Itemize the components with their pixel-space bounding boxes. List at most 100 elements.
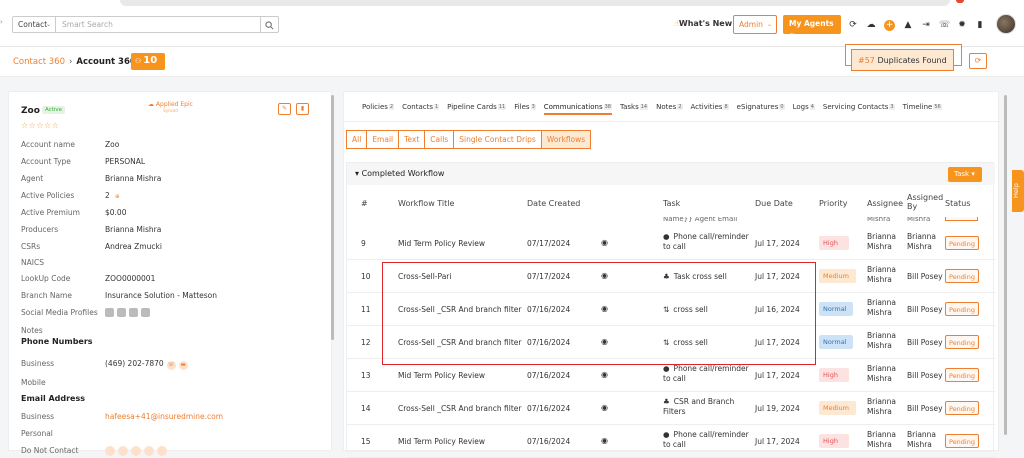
collapse-arrow-icon[interactable]: › xyxy=(0,18,3,26)
settings-icon[interactable]: ✹ xyxy=(957,20,967,30)
message-icon[interactable]: ▬ xyxy=(178,361,188,370)
table-row[interactable]: 14 Cross-Sell _CSR And branch filter 07/16… xyxy=(347,392,995,425)
my-agents-button[interactable]: My Agents ⌄ xyxy=(783,15,841,37)
workflow-title-cell[interactable]: Cross-Sell _CSR And branch filter xyxy=(398,305,521,314)
dnc-mail-icon[interactable] xyxy=(157,446,167,456)
refresh-icon: ⟳ xyxy=(974,56,982,65)
right-scrollbar[interactable] xyxy=(1004,95,1007,435)
view-eye-icon[interactable]: ◉ xyxy=(601,370,608,379)
status-badge[interactable]: Pending xyxy=(945,368,979,382)
communication-filter-tabs: All Email Text Calls Single Contact Drips Wor… xyxy=(346,130,592,149)
view-eye-icon[interactable]: ◉ xyxy=(601,304,608,313)
workflow-title-cell[interactable]: Mid Term Policy Review xyxy=(398,239,485,248)
tab-servicing-contacts[interactable]: Servicing Contacts 3 xyxy=(819,94,899,120)
tab-activities[interactable]: Activities 8 xyxy=(687,94,733,120)
workflow-title-cell[interactable]: Cross-Sell _CSR And branch filter xyxy=(398,404,521,413)
sync-icon[interactable]: ⟳ xyxy=(848,20,858,30)
status-badge[interactable]: Pending xyxy=(945,335,979,349)
tab-files[interactable]: Files 3 xyxy=(510,94,540,120)
dnc-phone-icon[interactable] xyxy=(105,446,115,456)
view-eye-icon[interactable]: ◉ xyxy=(601,271,608,280)
search-scope-select[interactable]: Contact ⌄ xyxy=(12,16,56,33)
status-badge[interactable]: Pending xyxy=(945,236,979,250)
duplicates-found-button[interactable]: #57 Duplicates Found xyxy=(851,49,954,71)
tab-contacts[interactable]: Contacts 1 xyxy=(398,94,443,120)
search-button[interactable] xyxy=(261,16,279,33)
col-header-priority: Priority xyxy=(819,199,848,208)
filter-tab-text[interactable]: Text xyxy=(398,130,426,149)
rating-stars[interactable]: ☆☆☆☆☆ xyxy=(21,121,59,130)
workflow-header[interactable]: ▾ Completed Workflow Task ▾ xyxy=(347,163,995,185)
tab-esignatures[interactable]: eSignatures 0 xyxy=(733,94,789,120)
dnc-message-icon[interactable] xyxy=(118,446,128,456)
table-row[interactable]: 12 Cross-Sell _CSR And branch filter 07/16… xyxy=(347,326,995,359)
bell-icon[interactable]: ▲ xyxy=(903,20,913,30)
assignee-cell: Brianna Mishra xyxy=(867,364,897,383)
trash-icon[interactable]: ▮ xyxy=(975,20,985,30)
workflow-title-cell[interactable]: Mid Term Policy Review xyxy=(398,437,485,446)
tab-communications[interactable]: Communications 38 xyxy=(540,94,616,120)
tab-timeline[interactable]: Timeline 56 xyxy=(899,94,946,120)
tab-logs[interactable]: Logs 4 xyxy=(789,94,819,120)
table-row[interactable]: 15 Mid Term Policy Review 07/16/2024 ◉ ● Phon… xyxy=(347,425,995,458)
cloud-icon[interactable]: ☁ xyxy=(866,20,876,30)
filter-tab-calls[interactable]: Calls xyxy=(424,130,455,149)
filter-tab-single-contact-drips[interactable]: Single Contact Drips xyxy=(453,130,542,149)
breadcrumb-contact360[interactable]: Contact 360 xyxy=(13,57,65,67)
whats-new-link[interactable]: ☝What's New xyxy=(674,19,732,28)
assigned-by-cell: Brianna Mishra xyxy=(907,430,937,449)
filter-tab-all[interactable]: All xyxy=(346,130,368,149)
logout-icon[interactable]: ⇥ xyxy=(921,20,931,30)
dnc-text-icon[interactable] xyxy=(131,446,141,456)
workflow-title-cell[interactable]: Mid Term Policy Review xyxy=(398,371,485,380)
tab-label: Pipeline Cards xyxy=(447,102,497,111)
linkedin-icon[interactable] xyxy=(105,308,114,317)
dnc-email-icon[interactable] xyxy=(144,446,154,456)
status-badge[interactable]: Pending xyxy=(945,401,979,415)
phone-icon[interactable]: ☏ xyxy=(939,20,950,30)
email-business-label: Business xyxy=(21,412,55,421)
accounts-count-badge[interactable]: ⚇ 10 xyxy=(131,53,165,70)
table-row[interactable]: 13 Mid Term Policy Review 07/16/2024 ◉ ● Phon… xyxy=(347,359,995,392)
phone-number[interactable]: (469) 202-7870 xyxy=(105,359,164,368)
left-scrollbar[interactable] xyxy=(331,95,334,340)
smart-search-input[interactable]: Smart Search xyxy=(56,16,261,33)
edit-button[interactable]: ✎ xyxy=(278,103,291,115)
delete-button[interactable]: ▮ xyxy=(296,103,309,115)
field-value-text: Brianna Mishra xyxy=(105,174,162,183)
policies-icon[interactable]: ⊕ xyxy=(113,193,122,202)
table-row[interactable]: 11 Cross-Sell _CSR And branch filter 07/16… xyxy=(347,293,995,326)
tab-notes[interactable]: Notes 2 xyxy=(652,94,686,120)
globe-icon[interactable] xyxy=(141,308,150,317)
status-badge[interactable]: Pending xyxy=(945,434,979,448)
call-icon[interactable]: ☏ xyxy=(166,361,176,370)
view-eye-icon[interactable]: ◉ xyxy=(601,238,608,247)
table-row[interactable]: 10 Cross-Sell-Pari 07/17/2024 ◉ ♣ Task cross … xyxy=(347,260,995,293)
status-badge[interactable]: Pending xyxy=(945,302,979,316)
user-avatar[interactable] xyxy=(996,14,1016,34)
workflow-title-cell[interactable]: Cross-Sell _CSR And branch filter xyxy=(398,338,521,347)
tab-pipeline-cards[interactable]: Pipeline Cards 11 xyxy=(443,94,510,120)
view-eye-icon[interactable]: ◉ xyxy=(601,403,608,412)
twitter-icon[interactable] xyxy=(129,308,138,317)
workflow-title-cell[interactable]: Cross-Sell-Pari xyxy=(398,272,451,281)
status-badge[interactable]: Pending xyxy=(945,269,979,283)
due-date-cell: Jul 17, 2024 xyxy=(755,338,800,347)
tab-tasks[interactable]: Tasks 14 xyxy=(616,94,652,120)
add-icon[interactable]: + xyxy=(884,19,895,31)
admin-select[interactable]: Admin ⌄ xyxy=(733,15,777,34)
tab-policies[interactable]: Policies 2 xyxy=(358,94,398,120)
email-business-value[interactable]: hafeesa+41@insuredmine.com xyxy=(105,412,223,421)
view-eye-icon[interactable]: ◉ xyxy=(601,436,608,445)
priority-badge: High xyxy=(819,368,849,382)
tab-count: 14 xyxy=(639,103,649,110)
view-eye-icon[interactable]: ◉ xyxy=(601,337,608,346)
task-dropdown-button[interactable]: Task ▾ xyxy=(948,167,982,182)
help-tab[interactable]: Help xyxy=(1012,170,1024,212)
filter-tab-workflows[interactable]: Workflows xyxy=(540,130,592,149)
refresh-button[interactable]: ⟳ xyxy=(969,53,987,69)
facebook-icon[interactable] xyxy=(117,308,126,317)
tab-label: eSignatures xyxy=(736,102,779,111)
filter-tab-email[interactable]: Email xyxy=(366,130,400,149)
table-row[interactable]: 9 Mid Term Policy Review 07/17/2024 ◉ ● Phone… xyxy=(347,227,995,260)
